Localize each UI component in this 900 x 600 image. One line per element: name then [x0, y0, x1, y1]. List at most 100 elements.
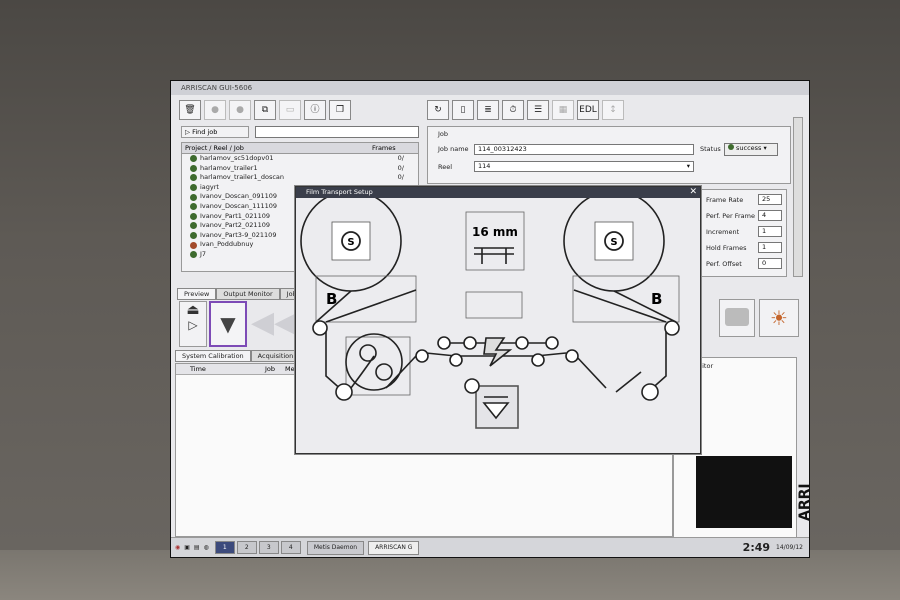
clock: 2:49 — [742, 541, 771, 554]
left-side-label: B — [326, 290, 337, 308]
setting-field[interactable]: 1 — [758, 242, 782, 253]
status-select[interactable]: success ▾ — [724, 143, 778, 156]
window-titlebar: ARRISCAN GUI-5606 — [171, 81, 809, 95]
tree-row-name: harlamov_sc51dopv01 — [200, 154, 274, 162]
film-button[interactable]: ▦ — [552, 100, 574, 120]
status-dot-icon — [190, 203, 197, 211]
start-menu-icon[interactable]: ◉ — [175, 544, 180, 551]
close-icon[interactable]: ✕ — [689, 187, 697, 198]
tab-preview[interactable]: Preview — [177, 288, 217, 300]
view-tabs: Preview Output Monitor Job — [177, 288, 304, 300]
setting-field[interactable]: 1 — [758, 226, 782, 237]
window-title: ARRISCAN GUI-5606 — [181, 84, 253, 92]
task-arriscan[interactable]: ARRISCAN G — [368, 540, 420, 555]
settings-panel: Frame Rate 25 Perf. Per Frame 4 Increment 1 Ho… — [701, 189, 787, 277]
browser-icon[interactable]: ◍ — [204, 544, 209, 551]
stop-button[interactable]: ● — [229, 100, 251, 120]
tree-row-name: Ivanov_Part3-9_021109 — [200, 230, 277, 239]
right-reel-badge: S — [610, 237, 617, 248]
display-button[interactable] — [719, 299, 755, 337]
stack-button[interactable]: ≣ — [477, 100, 499, 120]
edl-button[interactable]: EDL — [577, 100, 599, 120]
lamp-button[interactable]: ☀ — [759, 299, 799, 337]
status-dot-icon — [728, 144, 734, 150]
status-dot-icon — [190, 184, 197, 192]
transport-eject-panel: ⏏ ▷ — [179, 301, 207, 347]
status-label: Status — [700, 145, 721, 153]
tree-col-project: Project / Reel / Job — [185, 144, 244, 152]
left-reel-badge: S — [347, 237, 354, 248]
tree-header: Project / Reel / Job Frames — [182, 143, 418, 154]
setting-label: Frame Rate — [706, 196, 744, 204]
gauge-label: 16 mm — [472, 225, 518, 239]
windows-button[interactable]: ❐ — [329, 100, 351, 120]
sort-button[interactable]: ↕ — [602, 100, 624, 120]
record-button[interactable]: ● — [204, 100, 226, 120]
tree-row[interactable]: harlamov_trailer1 0/ — [182, 164, 418, 174]
setting-field[interactable]: 0 — [758, 258, 782, 269]
play-icon[interactable]: ▷ — [180, 318, 206, 332]
dialog-title: Film Transport Setup — [306, 188, 373, 196]
status-dot-icon — [190, 222, 197, 230]
lamp-icon: ☀ — [770, 306, 788, 330]
log-col-time: Time — [190, 365, 206, 373]
job-scrollbar[interactable] — [793, 117, 803, 277]
right-side-label: B — [651, 290, 662, 308]
delete-button[interactable]: 🗑 — [179, 100, 201, 120]
tree-row-name: Ivanov_Part1_021109 — [200, 211, 270, 220]
tree-row[interactable]: harlamov_sc51dopv01 0/ — [182, 154, 418, 164]
status-dot-icon — [190, 193, 197, 201]
terminal-icon[interactable]: ▣ — [184, 544, 190, 551]
setting-label: Hold Frames — [706, 244, 747, 252]
find-job-button[interactable]: ▷ Find job — [181, 126, 249, 138]
log-col-job: Job — [265, 365, 276, 373]
log-col-me: Me — [285, 365, 295, 373]
film-transport-diagram: S S B B 16 mm — [300, 190, 680, 429]
date: 14/09/12 — [776, 544, 803, 551]
reel-value: 114 — [478, 162, 491, 170]
status-dot-icon — [190, 251, 197, 259]
list-button[interactable]: ☰ — [527, 100, 549, 120]
dialog-titlebar: Film Transport Setup ✕ — [296, 187, 700, 198]
copy-button[interactable]: ⧉ — [254, 100, 276, 120]
job-group: Job Job name 114_00312423 Reel 114 ▾ Stat… — [427, 126, 791, 184]
tab-acquisition[interactable]: Acquisition — [250, 350, 301, 362]
tree-row[interactable]: harlamov_trailer1_doscan 0/ — [182, 173, 418, 183]
status-dot-icon — [190, 174, 197, 182]
comment-button[interactable]: ▭ — [279, 100, 301, 120]
tree-row-name: Ivanov_Doscan_091109 — [200, 192, 278, 201]
status-dot-icon — [190, 232, 197, 240]
tab-system-calibration[interactable]: System Calibration — [175, 350, 251, 362]
setting-field[interactable]: 4 — [758, 210, 782, 221]
timecode-button[interactable]: ⏱ — [502, 100, 524, 120]
tree-row-frames: 0/ — [397, 173, 404, 182]
workspace-1[interactable]: 1 — [214, 541, 235, 554]
find-job-label: Find job — [192, 128, 218, 136]
reel-select[interactable]: 114 ▾ — [474, 161, 694, 172]
workspace-3[interactable]: 3 — [258, 541, 279, 554]
find-job-input[interactable] — [255, 126, 419, 138]
tab-output-monitor[interactable]: Output Monitor — [216, 288, 280, 300]
info-button[interactable]: ⓘ — [304, 100, 326, 120]
job-name-field[interactable]: 114_00312423 — [474, 144, 694, 155]
bottom-tabs: System Calibration Acquisition — [175, 350, 301, 362]
setting-field[interactable]: 25 — [758, 194, 782, 205]
status-dot-icon — [190, 241, 197, 249]
tree-row-name: Ivan_Poddubnuy — [200, 240, 254, 249]
page-button[interactable]: ▯ — [452, 100, 474, 120]
tree-row-name: Ivanov_Part2_021109 — [200, 221, 270, 230]
tree-row-name: Ivanov_Doscan_111109 — [200, 201, 278, 210]
setting-label: Perf. Offset — [706, 260, 742, 268]
eject-icon[interactable]: ⏏ — [180, 302, 206, 318]
film-transport-dialog: Film Transport Setup ✕ S S B B 16 mm — [295, 186, 701, 454]
right-toolbar: ↻ ▯ ≣ ⏱ ☰ ▦ EDL ↕ — [427, 97, 624, 123]
film-transport-icon: ▼ — [220, 312, 236, 336]
workspace-4[interactable]: 4 — [280, 541, 301, 554]
refresh-button[interactable]: ↻ — [427, 100, 449, 120]
rewind-icon[interactable]: ◀◀ — [251, 305, 297, 340]
workspace-2[interactable]: 2 — [236, 541, 257, 554]
files-icon[interactable]: ▤ — [194, 544, 200, 551]
film-transport-button[interactable]: ▼ — [209, 301, 247, 347]
task-metis-daemon[interactable]: Metis Daemon — [306, 540, 365, 555]
tree-row-frames: 0/ — [397, 163, 404, 172]
